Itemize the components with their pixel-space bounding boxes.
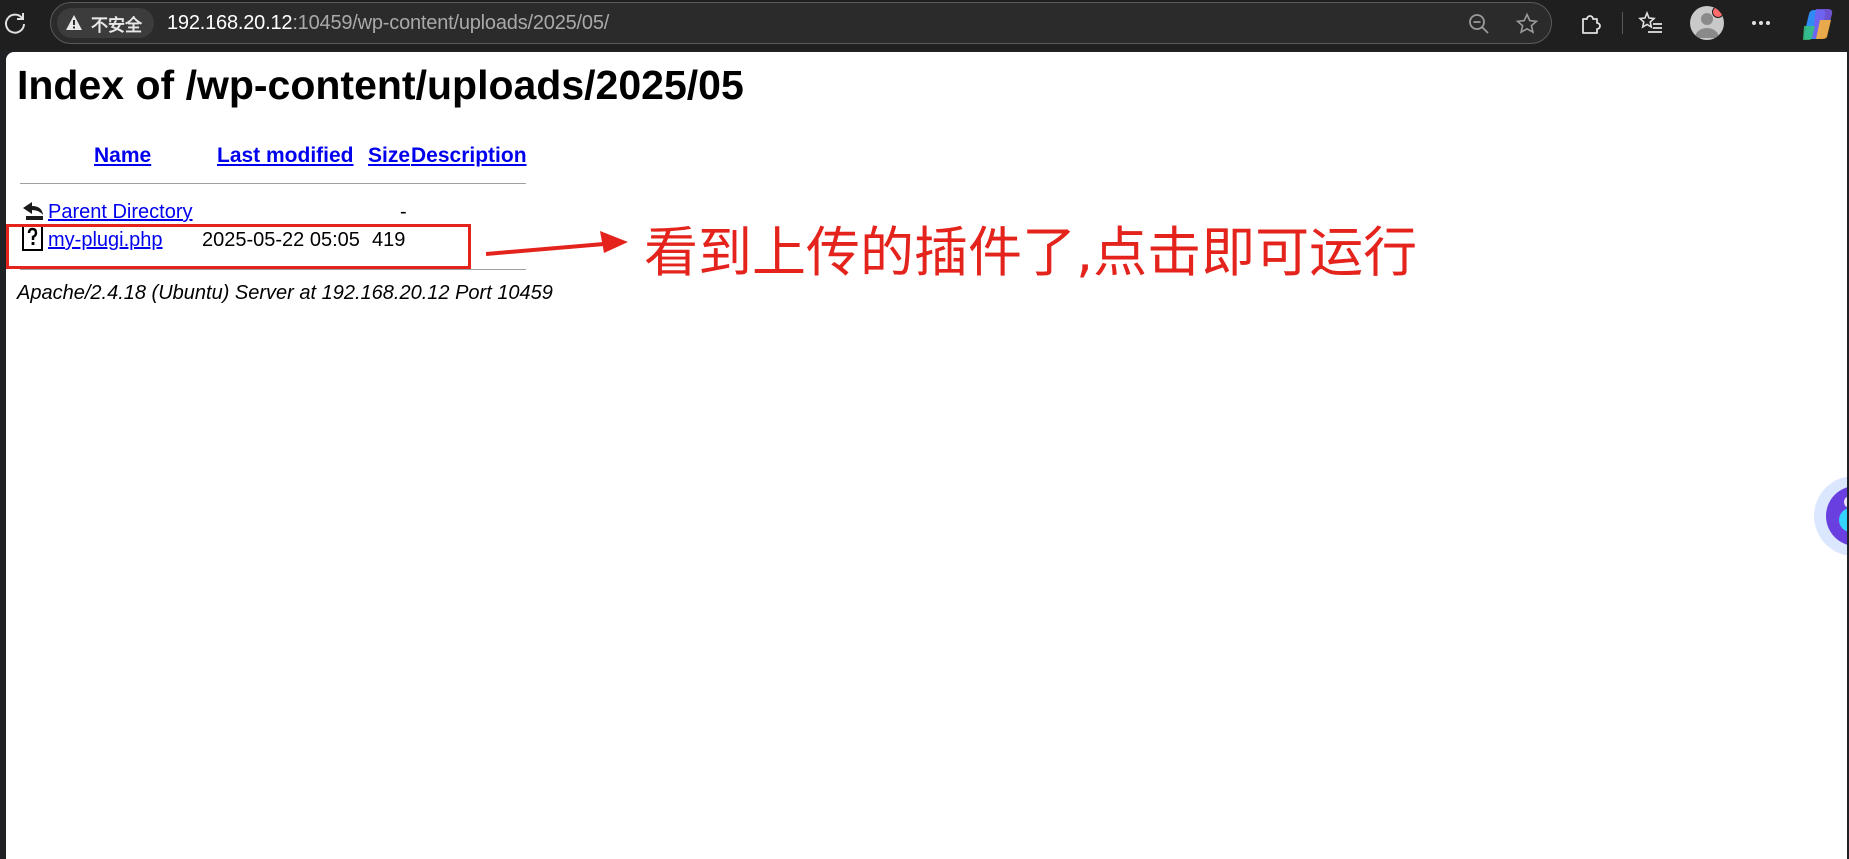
address-bar[interactable]: 不安全 192.168.20.12:10459/wp-content/uploa… — [50, 2, 1552, 44]
directory-listing: Index of /wp-content/uploads/2025/05 Nam… — [6, 52, 1847, 859]
url-text[interactable]: 192.168.20.12:10459/wp-content/uploads/2… — [167, 12, 609, 35]
red-arrow-icon — [486, 231, 628, 256]
profile-avatar[interactable] — [1690, 6, 1724, 40]
notification-dot — [1712, 6, 1724, 18]
column-header-description[interactable]: Description — [411, 144, 527, 168]
star-icon[interactable] — [1515, 12, 1539, 36]
annotation-text: 看到上传的插件了,点击即可运行 — [644, 221, 1418, 284]
url-path: :10459/wp-content/uploads/2025/05/ — [292, 12, 610, 34]
footer-divider — [20, 269, 526, 270]
column-header-last-modified[interactable]: Last modified — [217, 144, 354, 168]
security-indicator[interactable]: 不安全 — [57, 8, 154, 38]
warning-icon — [66, 15, 82, 30]
security-label: 不安全 — [91, 15, 142, 35]
page-title: Index of /wp-content/uploads/2025/05 — [17, 62, 744, 108]
back-folder-icon — [23, 202, 43, 220]
browser-toolbar: 不安全 192.168.20.12:10459/wp-content/uploa… — [0, 0, 1849, 50]
copilot-icon[interactable] — [1800, 6, 1836, 42]
zoom-out-icon[interactable] — [1467, 12, 1491, 36]
parent-directory-link[interactable]: Parent Directory — [48, 201, 193, 224]
server-signature: Apache/2.4.18 (Ubuntu) Server at 192.168… — [17, 282, 553, 304]
toolbar-divider — [1622, 12, 1623, 34]
header-divider — [20, 183, 526, 184]
highlight-box — [6, 224, 471, 269]
url-host: 192.168.20.12 — [167, 12, 293, 34]
column-header-name[interactable]: Name — [94, 144, 151, 168]
assistant-widget-icon[interactable] — [1806, 470, 1847, 580]
column-header-size[interactable]: Size — [368, 144, 410, 168]
more-icon[interactable] — [1748, 10, 1774, 36]
extensions-icon[interactable] — [1578, 10, 1604, 36]
table-cell-size: - — [400, 201, 407, 223]
page-viewport: Index of /wp-content/uploads/2025/05 Nam… — [6, 52, 1847, 859]
favorites-icon[interactable] — [1638, 10, 1664, 36]
reload-icon[interactable] — [2, 10, 28, 36]
